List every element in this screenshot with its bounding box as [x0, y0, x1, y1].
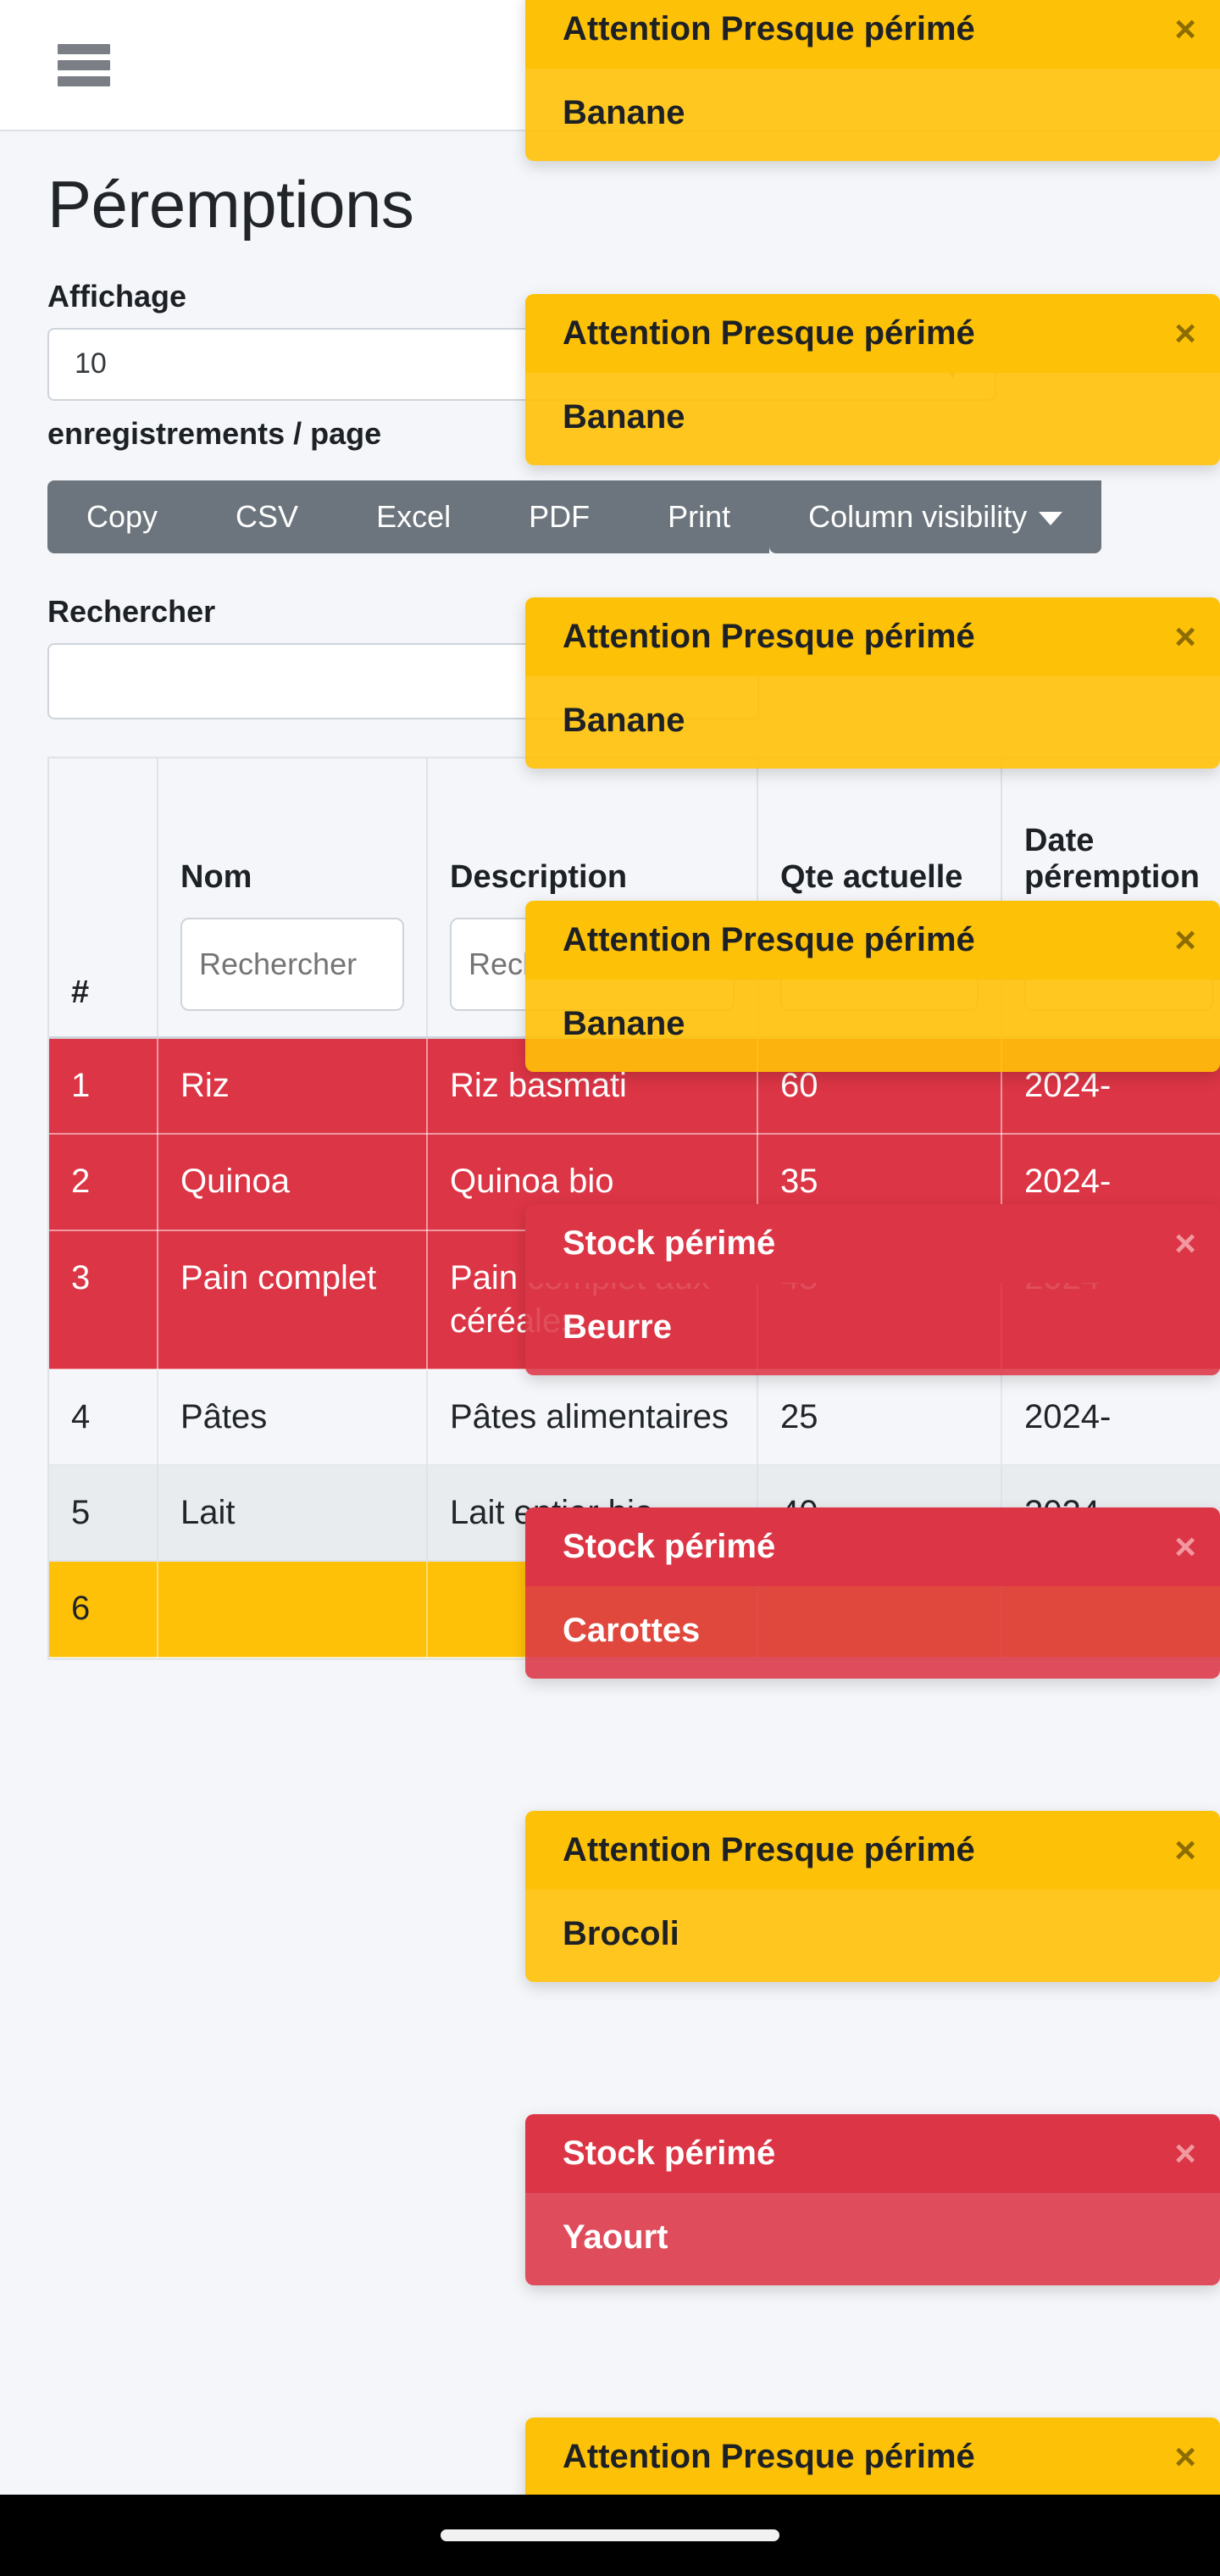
export-buttons-row: Copy CSV Excel PDF Print: [47, 480, 770, 558]
column-header-nom-label: Nom: [180, 859, 252, 896]
column-search-nom[interactable]: [180, 918, 404, 1012]
toast-title: Stock périmé: [563, 1528, 776, 1565]
cell-date: 2024-: [1001, 1368, 1220, 1467]
toast-title: Stock périmé: [563, 2135, 776, 2172]
hamburger-bar-1: [58, 43, 110, 54]
toast-title: Attention Presque périmé: [563, 921, 975, 958]
toast-header: Attention Presque périmé ×: [525, 0, 1220, 69]
cell-index: 6: [49, 1561, 158, 1658]
close-icon[interactable]: ×: [1174, 1831, 1196, 1869]
cell-index: 4: [49, 1368, 158, 1467]
toast-header: Attention Presque périmé ×: [525, 1811, 1220, 1890]
toast-body: Banane: [525, 676, 1220, 769]
copy-button[interactable]: Copy: [47, 480, 197, 553]
toast-notification[interactable]: Stock périmé × Carottes: [525, 1507, 1220, 1679]
cell-index: 5: [49, 1465, 158, 1563]
column-header-index[interactable]: #: [49, 758, 158, 1040]
close-icon[interactable]: ×: [1174, 618, 1196, 656]
pdf-button[interactable]: PDF: [490, 480, 629, 553]
page-length-value: 10: [75, 347, 107, 380]
toast-body: Banane: [525, 980, 1220, 1072]
column-visibility-row: Column visibility: [769, 480, 1102, 558]
system-navigation-bar: [0, 2495, 1220, 2576]
hamburger-bar-3: [58, 75, 110, 86]
toast-title: Attention Presque périmé: [563, 618, 975, 655]
datatable-buttons: Copy CSV Excel PDF Print Column visibili…: [47, 480, 1183, 558]
toast-body: Beurre: [525, 1283, 1220, 1375]
toast-body: Banane: [525, 373, 1220, 465]
close-icon[interactable]: ×: [1174, 2135, 1196, 2173]
column-header-date-label: Date péremption: [1024, 823, 1200, 896]
hamburger-menu-icon[interactable]: [58, 43, 110, 86]
toast-title: Attention Presque périmé: [563, 2438, 975, 2475]
toast-header: Stock périmé ×: [525, 2114, 1220, 2193]
cell-index: 1: [49, 1037, 158, 1135]
print-button[interactable]: Print: [629, 480, 770, 553]
toast-body: Yaourt: [525, 2193, 1220, 2285]
column-header-index-label: #: [71, 974, 90, 1011]
excel-button[interactable]: Excel: [337, 480, 491, 553]
toast-notification[interactable]: Attention Presque périmé × Banane: [525, 901, 1220, 1072]
toast-title: Stock périmé: [563, 1224, 776, 1262]
cell-nom: Pain complet: [158, 1230, 428, 1370]
csv-button[interactable]: CSV: [197, 480, 338, 553]
page-title: Péremptions: [47, 167, 414, 242]
cell-description: Pâtes alimentaires: [427, 1368, 758, 1467]
cell-nom: Pâtes: [158, 1368, 428, 1467]
close-icon[interactable]: ×: [1174, 921, 1196, 959]
toast-notification[interactable]: Attention Presque périmé × Banane: [525, 597, 1220, 769]
cell-nom: [158, 1561, 428, 1658]
cell-nom: Riz: [158, 1037, 428, 1135]
column-header-description-label: Description: [450, 859, 628, 896]
toast-body: Brocoli: [525, 1890, 1220, 1982]
toast-title: Attention Presque périmé: [563, 314, 975, 352]
hamburger-bar-2: [58, 59, 110, 70]
toast-header: Stock périmé ×: [525, 1507, 1220, 1586]
toast-notification[interactable]: Stock périmé × Beurre: [525, 1204, 1220, 1375]
toast-notification[interactable]: Attention Presque périmé × Banane: [525, 0, 1220, 161]
close-icon[interactable]: ×: [1174, 1528, 1196, 1566]
toast-header: Attention Presque périmé ×: [525, 2418, 1220, 2496]
cell-nom: Quinoa: [158, 1134, 428, 1231]
toast-header: Attention Presque périmé ×: [525, 901, 1220, 980]
cell-index: 3: [49, 1230, 158, 1370]
home-indicator[interactable]: [441, 2529, 779, 2541]
column-header-qte-label: Qte actuelle: [780, 859, 963, 896]
close-icon[interactable]: ×: [1174, 314, 1196, 353]
toast-body: Carottes: [525, 1586, 1220, 1679]
toast-notification[interactable]: Stock périmé × Yaourt: [525, 2114, 1220, 2285]
toast-title: Attention Presque périmé: [563, 10, 975, 47]
column-visibility-label: Column visibility: [808, 498, 1028, 534]
toast-header: Attention Presque périmé ×: [525, 597, 1220, 676]
column-visibility-button[interactable]: Column visibility: [769, 480, 1102, 553]
toast-header: Stock périmé ×: [525, 1204, 1220, 1283]
toast-header: Attention Presque périmé ×: [525, 294, 1220, 373]
toast-title: Attention Presque périmé: [563, 1831, 975, 1868]
app-viewport: Péremptions Affichage 10 ▲▼ enregistreme…: [0, 0, 1220, 2576]
table-row[interactable]: 4 Pâtes Pâtes alimentaires 25 2024-: [49, 1368, 1220, 1467]
close-icon[interactable]: ×: [1174, 10, 1196, 48]
cell-index: 2: [49, 1134, 158, 1231]
close-icon[interactable]: ×: [1174, 1224, 1196, 1263]
close-icon[interactable]: ×: [1174, 2438, 1196, 2476]
toast-body: Banane: [525, 69, 1220, 161]
toast-notification[interactable]: Attention Presque périmé × Banane: [525, 294, 1220, 465]
column-header-nom[interactable]: Nom: [158, 758, 428, 1040]
chevron-down-icon: [1039, 512, 1063, 526]
cell-qte: 25: [757, 1368, 1002, 1467]
toast-notification[interactable]: Attention Presque périmé × Brocoli: [525, 1811, 1220, 1982]
cell-nom: Lait: [158, 1465, 428, 1563]
